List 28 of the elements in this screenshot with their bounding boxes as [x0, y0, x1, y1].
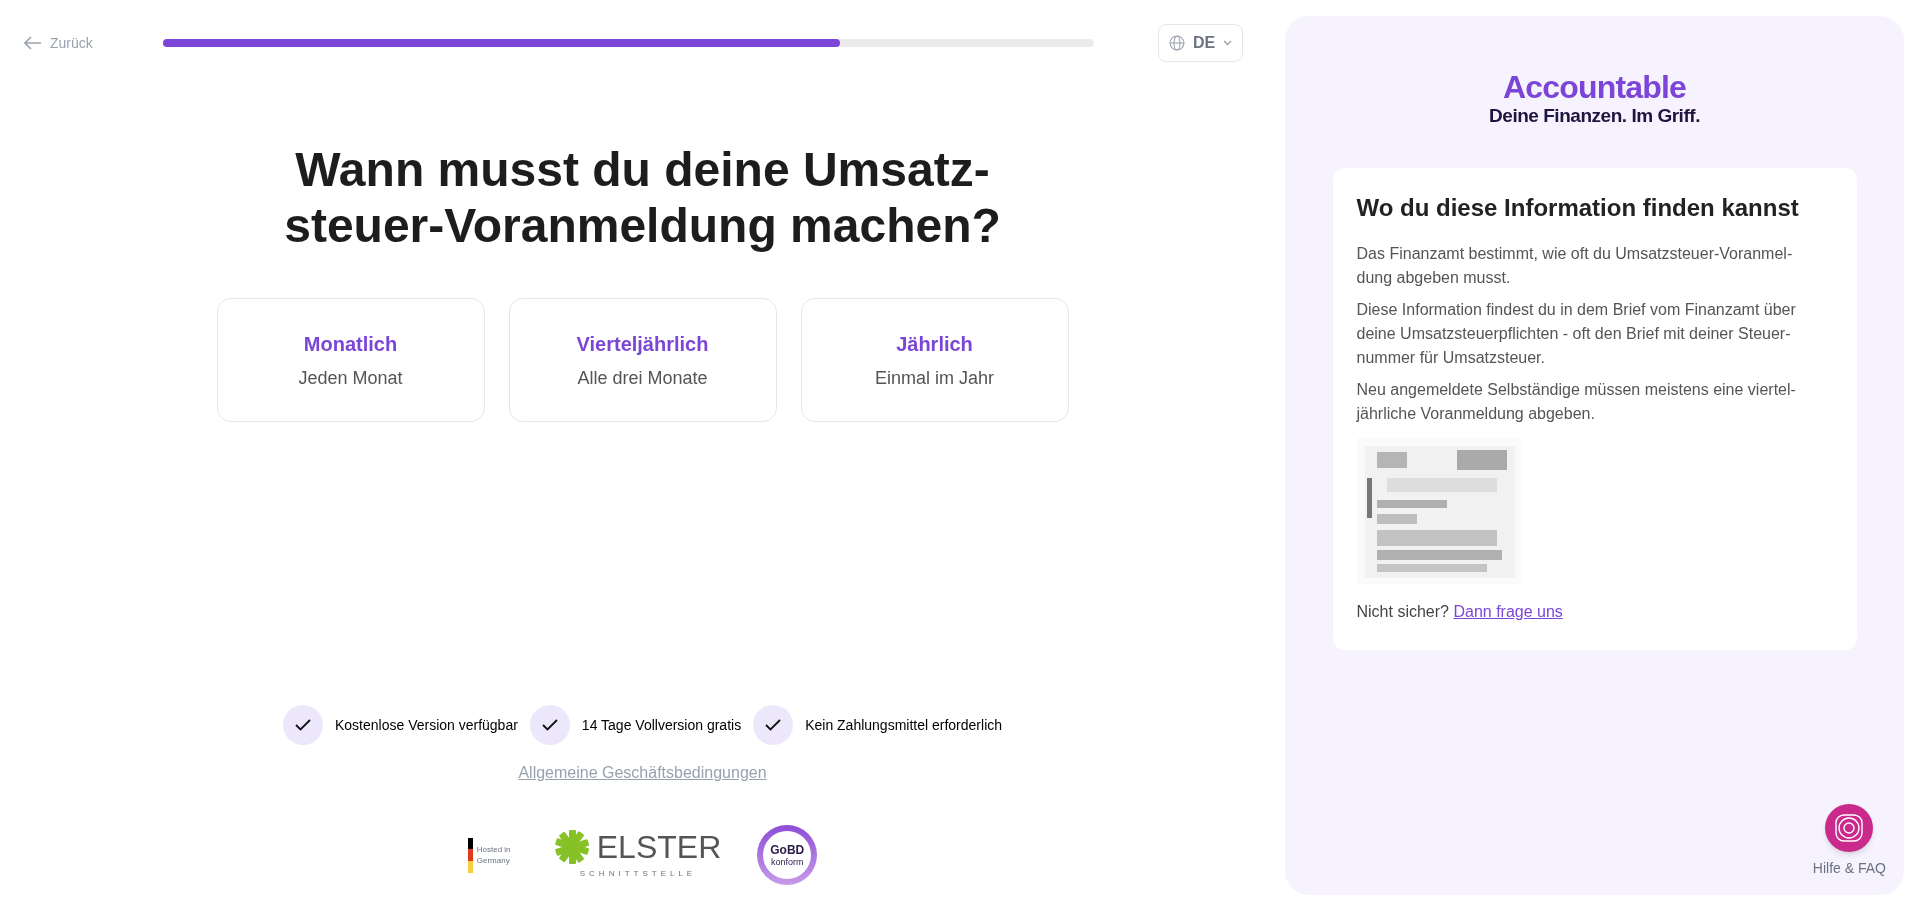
- benefit-text: Kein Zahlungsmittel erforderlich: [805, 715, 1003, 735]
- elster-logo: ELSTER SCHNITTSTELLE: [554, 830, 722, 880]
- benefit-text: 14 Tage Vollversion gratis: [581, 715, 742, 735]
- info-paragraph: Diese Information findest du in dem Brief vom Finanzamt über deine Umsatzsteuerpflichten - oft den Brief mit deiner Steuer-nummer für Umsatzsteuer.: [1356, 300, 1797, 368]
- chevron-down-icon: [1223, 40, 1233, 46]
- check-icon: [753, 705, 794, 745]
- gobd-badge: GoBD konform: [757, 825, 818, 885]
- lifebuoy-icon: [1834, 813, 1865, 843]
- help-button[interactable]: [1825, 804, 1874, 852]
- help-label: Hilfe & FAQ: [1812, 859, 1886, 878]
- option-card[interactable]: Jährlich Einmal im Jahr: [800, 298, 1069, 422]
- unsure-text: Nicht sicher?: [1356, 603, 1449, 620]
- language-button[interactable]: DE: [1158, 24, 1244, 62]
- brand-logo: Accountable: [1502, 70, 1687, 104]
- ask-link[interactable]: Dann frage uns: [1453, 603, 1563, 620]
- globe-icon: [1169, 35, 1185, 51]
- tagline: Deine Finanzen. Im Griff.: [1489, 104, 1700, 128]
- info-title: Wo du diese Information finden kannst: [1356, 193, 1800, 223]
- hosted-badge: Hosted in Germany: [467, 837, 519, 873]
- option-card[interactable]: Vierteljährlich Alle drei Monate: [508, 298, 777, 422]
- info-paragraph: Neu angemeldete Selbständige müssen meistens eine viertel-jährliche Voranmeldung abgeben.: [1356, 380, 1797, 424]
- check-icon: [282, 705, 323, 745]
- question-heading: Wann musst du deine Umsatz-steuer-Voranmeldung machen?: [283, 142, 1002, 254]
- check-icon: [529, 705, 570, 745]
- back-arrow-icon: [24, 36, 42, 50]
- option-card[interactable]: Monatlich Jeden Monat: [216, 298, 485, 422]
- benefit-text: Kostenlose Version verfügbar: [334, 715, 518, 735]
- info-paragraph: Das Finanzamt bestimmt, wie oft du Umsatzsteuer-Voranmel-dung abgeben musst.: [1356, 244, 1794, 288]
